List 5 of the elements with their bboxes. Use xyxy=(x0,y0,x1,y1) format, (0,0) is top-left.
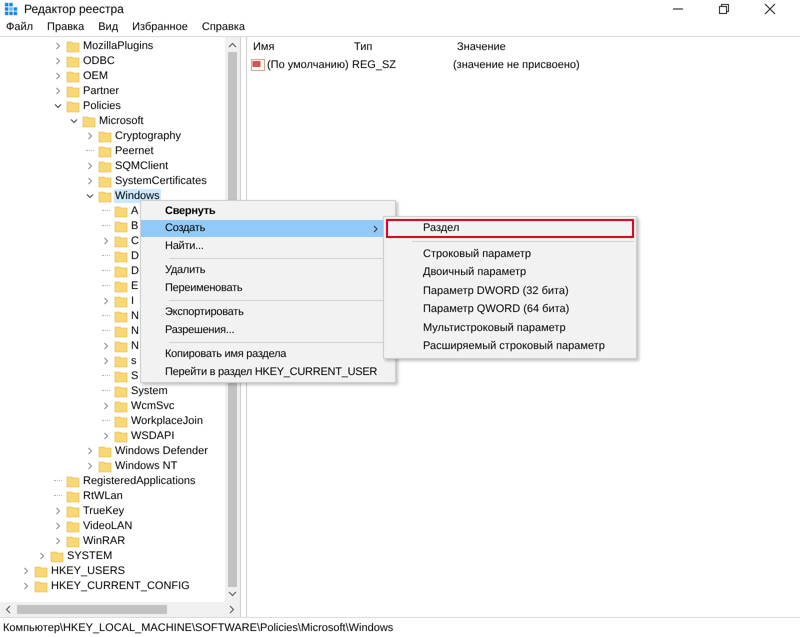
window-title: Редактор реестра xyxy=(24,2,124,16)
table-cell-text: REG_SZ xyxy=(352,58,398,70)
table-cell-text: (значение не присвоено) xyxy=(453,58,581,70)
status-bar: Компьютер\HKEY_LOCAL_MACHINE\SOFTWARE\Policies\Microsoft\Windows xyxy=(0,617,800,637)
table-cell: (По умолчанию) xyxy=(267,58,349,70)
